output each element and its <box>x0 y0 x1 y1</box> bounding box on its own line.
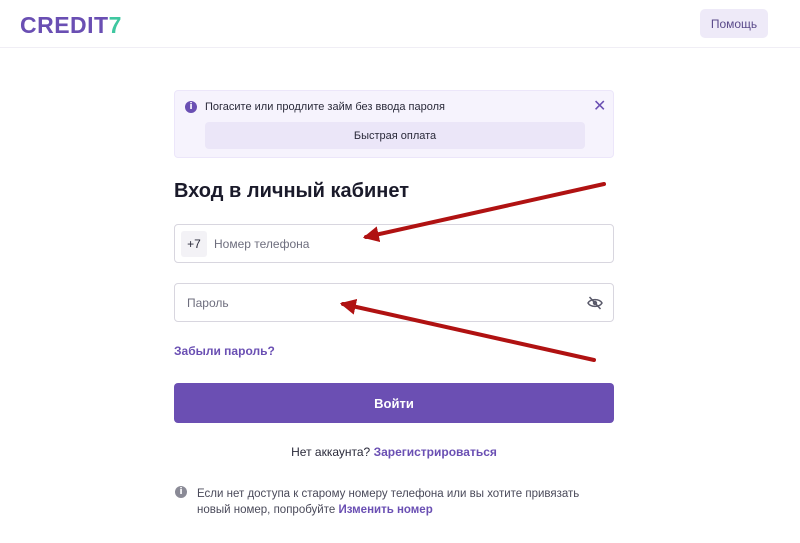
quick-pay-notice: i Погасите или продлите займ без ввода п… <box>174 90 614 158</box>
register-text: Нет аккаунта? <box>291 445 371 459</box>
close-icon[interactable]: ✕ <box>593 96 606 115</box>
register-link[interactable]: Зарегистрироваться <box>374 445 497 459</box>
password-field[interactable] <box>174 283 614 322</box>
phone-field[interactable]: +7 <box>174 224 614 263</box>
login-button[interactable]: Войти <box>174 383 614 423</box>
quick-pay-button[interactable]: Быстрая оплата <box>205 122 585 149</box>
annotation-arrows <box>339 182 606 362</box>
forgot-password-link[interactable]: Забыли пароль? <box>174 344 275 358</box>
info-icon: i <box>175 486 187 498</box>
phone-input[interactable] <box>214 225 604 262</box>
header: CREDIT7 Помощь <box>0 0 800 48</box>
register-row: Нет аккаунта? Зарегистрироваться <box>174 445 614 459</box>
change-number-link[interactable]: Изменить номер <box>338 504 432 516</box>
logo-text: CREDIT <box>20 12 109 38</box>
logo-accent: 7 <box>108 12 122 38</box>
password-input[interactable] <box>187 284 577 321</box>
change-number-hint: Если нет доступа к старому номеру телефо… <box>197 486 607 518</box>
notice-text: Погасите или продлите займ без ввода пар… <box>205 101 445 113</box>
logo[interactable]: CREDIT7 <box>20 12 122 39</box>
info-icon: i <box>185 101 197 113</box>
phone-prefix: +7 <box>181 231 207 257</box>
help-button[interactable]: Помощь <box>700 9 768 38</box>
eye-slash-icon[interactable] <box>587 296 603 310</box>
page-title: Вход в личный кабинет <box>174 180 409 202</box>
